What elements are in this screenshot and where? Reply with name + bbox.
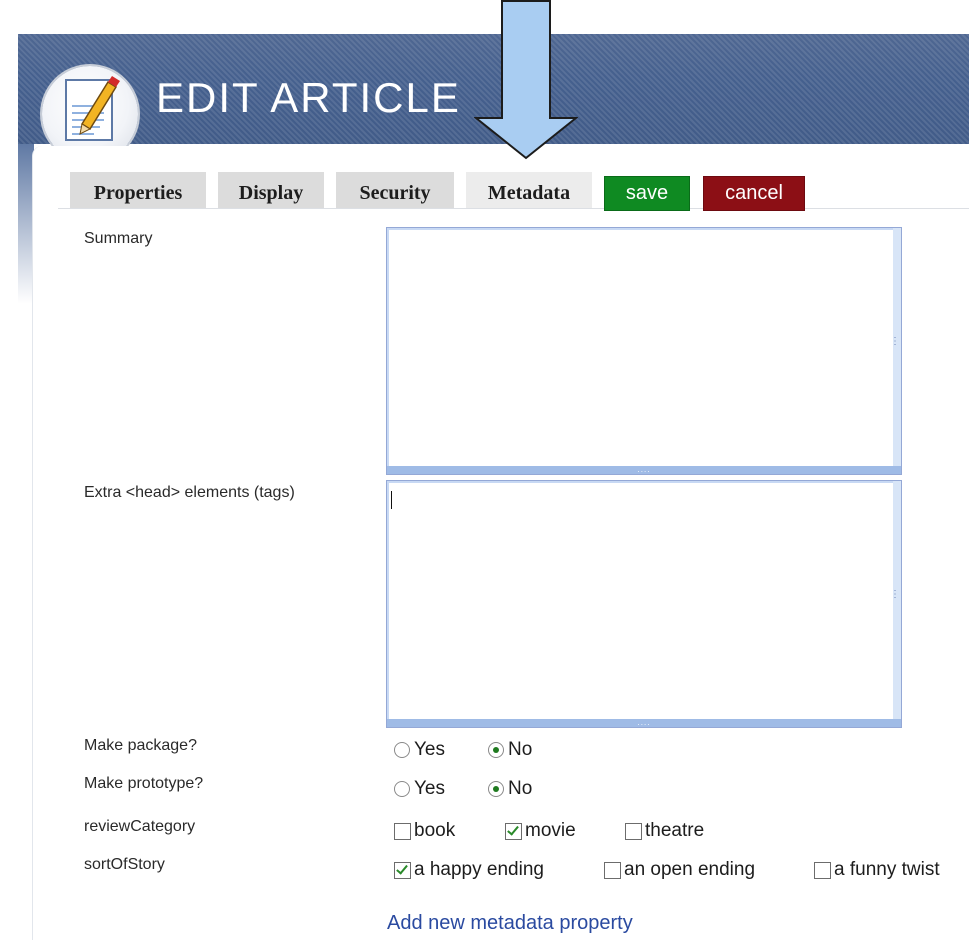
option-label: movie — [525, 820, 576, 841]
checkbox-checked[interactable] — [505, 822, 522, 840]
review-category-label: reviewCategory — [84, 818, 196, 835]
review-category-theatre[interactable]: theatre — [625, 820, 704, 842]
sort-of-story-funny-twist[interactable]: a funny twist — [814, 859, 940, 881]
sort-of-story-label: sortOfStory — [84, 856, 165, 873]
option-label: No — [508, 739, 533, 760]
resize-grip-icon[interactable]: .... — [638, 719, 651, 727]
option-label: No — [508, 778, 533, 799]
checkbox[interactable] — [814, 861, 831, 879]
make-package-yes-option[interactable]: Yes — [394, 739, 445, 761]
resize-bar[interactable] — [893, 228, 901, 474]
cancel-button[interactable]: cancel — [703, 176, 805, 211]
checkbox[interactable] — [604, 861, 621, 879]
text-caret — [391, 491, 392, 509]
option-label: Yes — [414, 778, 445, 799]
checkbox[interactable] — [625, 822, 642, 840]
tab-divider — [58, 208, 969, 209]
extra-head-label: Extra <head> elements (tags) — [84, 484, 295, 501]
make-prototype-label: Make prototype? — [84, 775, 204, 792]
checkbox[interactable] — [394, 822, 411, 840]
option-label: Yes — [414, 739, 445, 760]
make-package-no-option[interactable]: No — [488, 739, 532, 761]
resize-grip-icon[interactable]: ⋮ — [890, 590, 900, 600]
tab-properties[interactable]: Properties — [70, 172, 206, 208]
option-label: theatre — [645, 820, 705, 841]
option-label: book — [414, 820, 456, 841]
option-label: an open ending — [624, 859, 756, 880]
checkbox-checked[interactable] — [394, 861, 411, 879]
sort-of-story-open-ending[interactable]: an open ending — [604, 859, 755, 881]
option-label: a funny twist — [834, 859, 940, 880]
radio-button[interactable] — [394, 781, 410, 797]
summary-label: Summary — [84, 230, 153, 247]
extra-head-textarea[interactable]: ⋮ .... — [386, 480, 902, 728]
summary-textarea[interactable]: ⋮ .... — [386, 227, 902, 475]
radio-button-selected[interactable] — [488, 742, 504, 758]
radio-button-selected[interactable] — [488, 781, 504, 797]
tab-display[interactable]: Display — [218, 172, 324, 208]
tab-security[interactable]: Security — [336, 172, 454, 208]
resize-bar[interactable] — [893, 481, 901, 727]
save-button[interactable]: save — [604, 176, 690, 211]
radio-button[interactable] — [394, 742, 410, 758]
make-prototype-yes-option[interactable]: Yes — [394, 778, 445, 800]
add-metadata-property-link[interactable]: Add new metadata property — [387, 912, 633, 935]
page-title: EDIT ARTICLE — [156, 74, 461, 121]
make-package-label: Make package? — [84, 737, 197, 754]
down-arrow-icon — [474, 0, 578, 160]
review-category-book[interactable]: book — [394, 820, 455, 842]
sort-of-story-happy-ending[interactable]: a happy ending — [394, 859, 544, 881]
tab-metadata[interactable]: Metadata — [466, 172, 592, 208]
review-category-movie[interactable]: movie — [505, 820, 576, 842]
option-label: a happy ending — [414, 859, 544, 880]
resize-grip-icon[interactable]: .... — [638, 466, 651, 474]
resize-grip-icon[interactable]: ⋮ — [890, 337, 900, 347]
make-prototype-no-option[interactable]: No — [488, 778, 532, 800]
